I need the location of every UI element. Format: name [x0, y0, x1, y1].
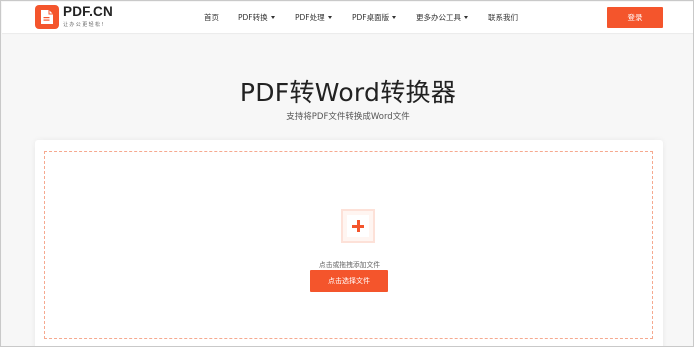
- nav-item-label: PDF转换: [238, 13, 268, 22]
- site-header: PDF.CN 让办公更轻松! 首页 PDF转换 PDF处理 PDF桌面版 更多办…: [2, 2, 693, 34]
- nav-item-home[interactable]: 首页: [204, 12, 219, 23]
- caret-down-icon: [464, 16, 468, 19]
- page-title: PDF转Word转换器: [239, 78, 457, 107]
- caret-down-icon: [392, 16, 397, 19]
- nav-item-label: 更多办公工具: [416, 13, 461, 22]
- caret-down-icon: [327, 16, 332, 19]
- plus-icon[interactable]: [341, 209, 375, 243]
- nav-item-pdf-process[interactable]: PDF处理: [295, 12, 332, 23]
- drop-hint: 点击或拖拽添加文件: [318, 261, 381, 269]
- brand-name[interactable]: PDF.CN: [63, 4, 113, 19]
- login-button[interactable]: 登录: [607, 7, 663, 28]
- nav-item-label: PDF桌面版: [352, 13, 390, 22]
- nav-item-contact[interactable]: 联系我们: [488, 12, 518, 23]
- upload-card: 点击或拖拽添加文件 点击选择文件: [35, 140, 663, 346]
- caret-down-icon: [270, 16, 275, 19]
- brand-slogan: 让办公更轻松!: [63, 22, 105, 28]
- nav-item-pdf-desktop[interactable]: PDF桌面版: [352, 12, 397, 23]
- select-file-button[interactable]: 点击选择文件: [310, 270, 388, 292]
- nav-item-more-tools[interactable]: 更多办公工具: [416, 12, 468, 23]
- nav-item-pdf-convert[interactable]: PDF转换: [238, 12, 275, 23]
- nav-item-label: 首页: [204, 13, 219, 22]
- browser-viewport: PDF.CN 让办公更轻松! 首页 PDF转换 PDF处理 PDF桌面版 更多办…: [0, 0, 694, 347]
- nav-item-label: PDF处理: [295, 13, 325, 22]
- nav-item-label: 联系我们: [488, 13, 518, 22]
- file-dropzone[interactable]: 点击或拖拽添加文件 点击选择文件: [44, 151, 653, 339]
- pdf-logo-icon[interactable]: [35, 5, 59, 29]
- page-subtitle: 支持将PDF文件转换成Word文件: [286, 112, 410, 122]
